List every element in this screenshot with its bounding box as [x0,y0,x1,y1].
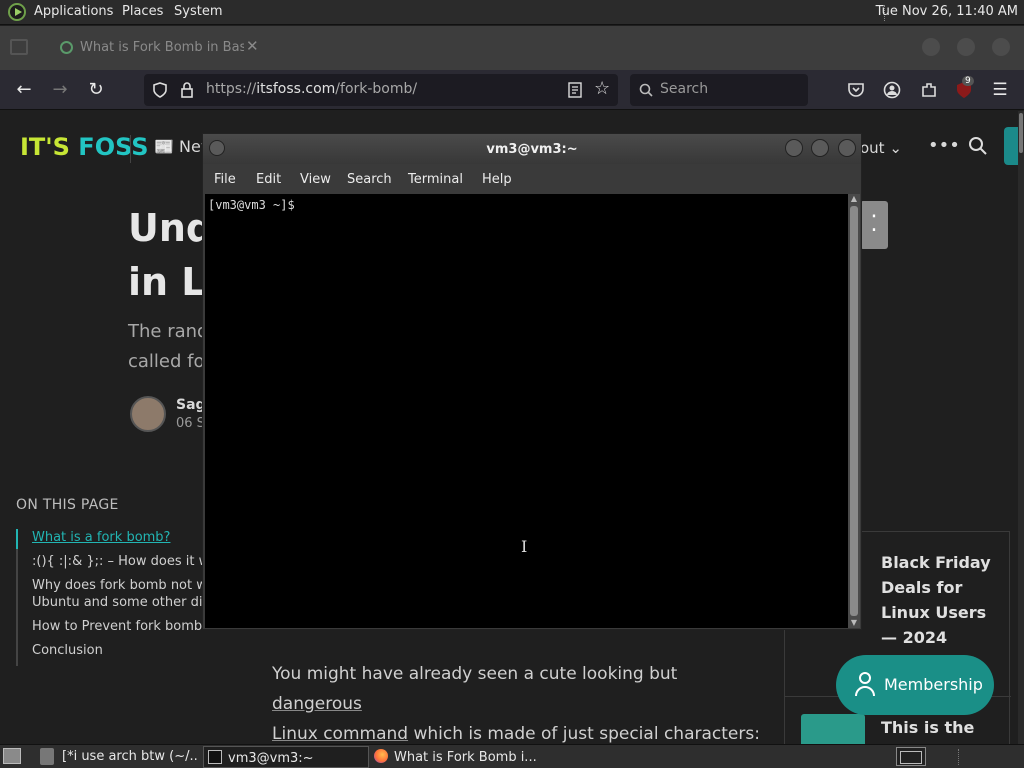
site-search-icon[interactable] [968,136,988,156]
lock-icon[interactable] [180,82,194,98]
tab-title: What is Fork Bomb in Bash? [80,40,244,55]
terminal-menubar: File Edit View Search Terminal Help [203,164,861,194]
sidebar-toggle-icon[interactable] [10,39,28,55]
menu-search[interactable]: Search [347,172,392,187]
newspaper-icon: 📰 [154,137,174,156]
logo-divider [130,135,131,163]
menu-edit[interactable]: Edit [256,172,281,187]
terminal-maximize-button[interactable] [811,139,829,157]
terminal-close-button[interactable] [838,139,856,157]
nav-about-link[interactable]: out ⌄ [860,139,902,157]
toc-item[interactable]: :(){ :|:& };: – How does it wo [18,553,204,570]
taskbar-item-editor[interactable]: [*i use arch btw (~/... [62,746,198,768]
maximize-button[interactable] [956,38,975,56]
bottom-taskbar: [*i use arch btw (~/... vm3@vm3:~ What i… [0,744,1024,768]
toc-active-indicator [16,529,18,549]
person-icon [855,672,875,697]
toc-heading: ON THIS PAGE [16,497,119,513]
more-options-icon[interactable]: ••• [928,135,960,156]
pocket-icon[interactable] [847,82,865,98]
promo-link-2[interactable]: This is the [881,718,974,737]
membership-label: Membership [884,675,983,694]
clock[interactable]: Tue Nov 26, 11:40 AM [876,4,1018,19]
search-icon [639,83,653,97]
toc-item[interactable]: Why does fork bomb not w [18,577,204,594]
toc-item[interactable]: What is a fork bomb? [18,529,204,546]
url-text[interactable]: https://itsfoss.com/fork-bomb/ [206,81,417,97]
terminal-screen[interactable]: [vm3@vm3 ~]$ I [205,194,848,628]
extensions-icon[interactable] [920,81,938,99]
browser-nav-bar: ← → ↻ https://itsfoss.com/fork-bomb/ ☆ S… [0,70,1024,110]
dangerous-link[interactable]: dangerous [272,694,362,714]
menu-terminal[interactable]: Terminal [408,172,463,187]
close-window-button[interactable] [992,38,1010,56]
browser-tab-bar: What is Fork Bomb in Bash? ✕ [0,26,1024,70]
terminal-titlebar[interactable]: vm3@vm3:~ [203,134,861,164]
terminal-title: vm3@vm3:~ [486,142,578,157]
bookmark-star-icon[interactable]: ☆ [594,78,610,99]
promo-link[interactable]: Black Friday Deals for Linux Users — 202… [881,550,1001,650]
hamburger-menu-icon[interactable]: ☰ [988,78,1012,102]
back-icon[interactable]: ← [12,78,36,102]
table-of-contents: What is a fork bomb? :(){ :|:& };: – How… [16,529,204,666]
tab-favicon-icon [60,41,73,54]
workspace-switcher[interactable] [896,747,926,766]
toc-item[interactable]: How to Prevent fork bomb? [18,618,204,635]
text-cursor-icon: I [521,537,528,556]
menu-file[interactable]: File [214,172,236,187]
membership-button[interactable]: Membership [836,655,994,715]
article-subtitle: The rand called fo [128,321,209,372]
reload-icon[interactable]: ↻ [84,78,108,102]
page-scrollbar[interactable] [1018,111,1024,744]
menu-view[interactable]: View [300,172,331,187]
terminal-scroll-thumb[interactable] [850,206,858,616]
show-desktop-icon[interactable] [3,748,21,764]
taskbar-separator [958,749,960,765]
account-icon[interactable] [883,81,901,99]
taskbar-item-firefox[interactable]: What is Fork Bomb i... [374,746,544,768]
terminal-scrollbar[interactable]: ▲ ▼ [848,194,860,628]
url-bar[interactable]: https://itsfoss.com/fork-bomb/ ☆ [144,74,618,106]
menu-help[interactable]: Help [482,172,512,187]
applications-menu[interactable]: Applications [34,4,113,19]
search-placeholder: Search [660,81,709,97]
browser-tab[interactable]: What is Fork Bomb in Bash? ✕ [46,32,268,64]
places-menu[interactable]: Places [122,4,163,19]
taskbar-item-terminal[interactable]: vm3@vm3:~ [203,746,369,768]
terminal-app-icon [208,750,222,764]
search-field[interactable]: Search [630,74,808,106]
terminal-prompt: [vm3@vm3 ~]$ [208,198,295,212]
scroll-down-arrow-icon[interactable]: ▼ [848,618,860,628]
scroll-up-arrow-icon[interactable]: ▲ [848,194,860,204]
terminal-minimize-button[interactable] [785,139,803,157]
forward-icon[interactable]: → [48,78,72,102]
reader-view-icon[interactable] [568,82,582,98]
distro-logo-icon[interactable] [8,3,26,21]
terminal-window[interactable]: vm3@vm3:~ File Edit View Search Terminal… [202,133,862,630]
linux-command-link[interactable]: Linux command [272,724,408,744]
chevron-down-icon: ⌄ [889,139,902,157]
ublock-count-badge: 9 [962,76,974,86]
page-scroll-thumb[interactable] [1019,113,1023,153]
tab-close-icon[interactable]: ✕ [246,37,259,55]
article-paragraph: You might have already seen a cute looki… [272,664,760,744]
accessibility-widget-icon[interactable]: ⁚ [860,201,888,249]
toc-item[interactable]: Conclusion [18,642,204,659]
author-avatar[interactable] [130,396,166,432]
system-menu[interactable]: System [174,4,222,19]
shield-icon[interactable] [152,82,168,98]
toc-item[interactable]: Ubuntu and some other dis [18,594,204,611]
publish-date: 06 S [176,416,205,431]
top-panel: Applications Places System Tue Nov 26, 1… [0,0,1024,25]
window-controls [910,38,1010,60]
minimize-button[interactable] [921,38,940,56]
firefox-icon [374,749,388,763]
trash-icon[interactable] [40,748,54,765]
